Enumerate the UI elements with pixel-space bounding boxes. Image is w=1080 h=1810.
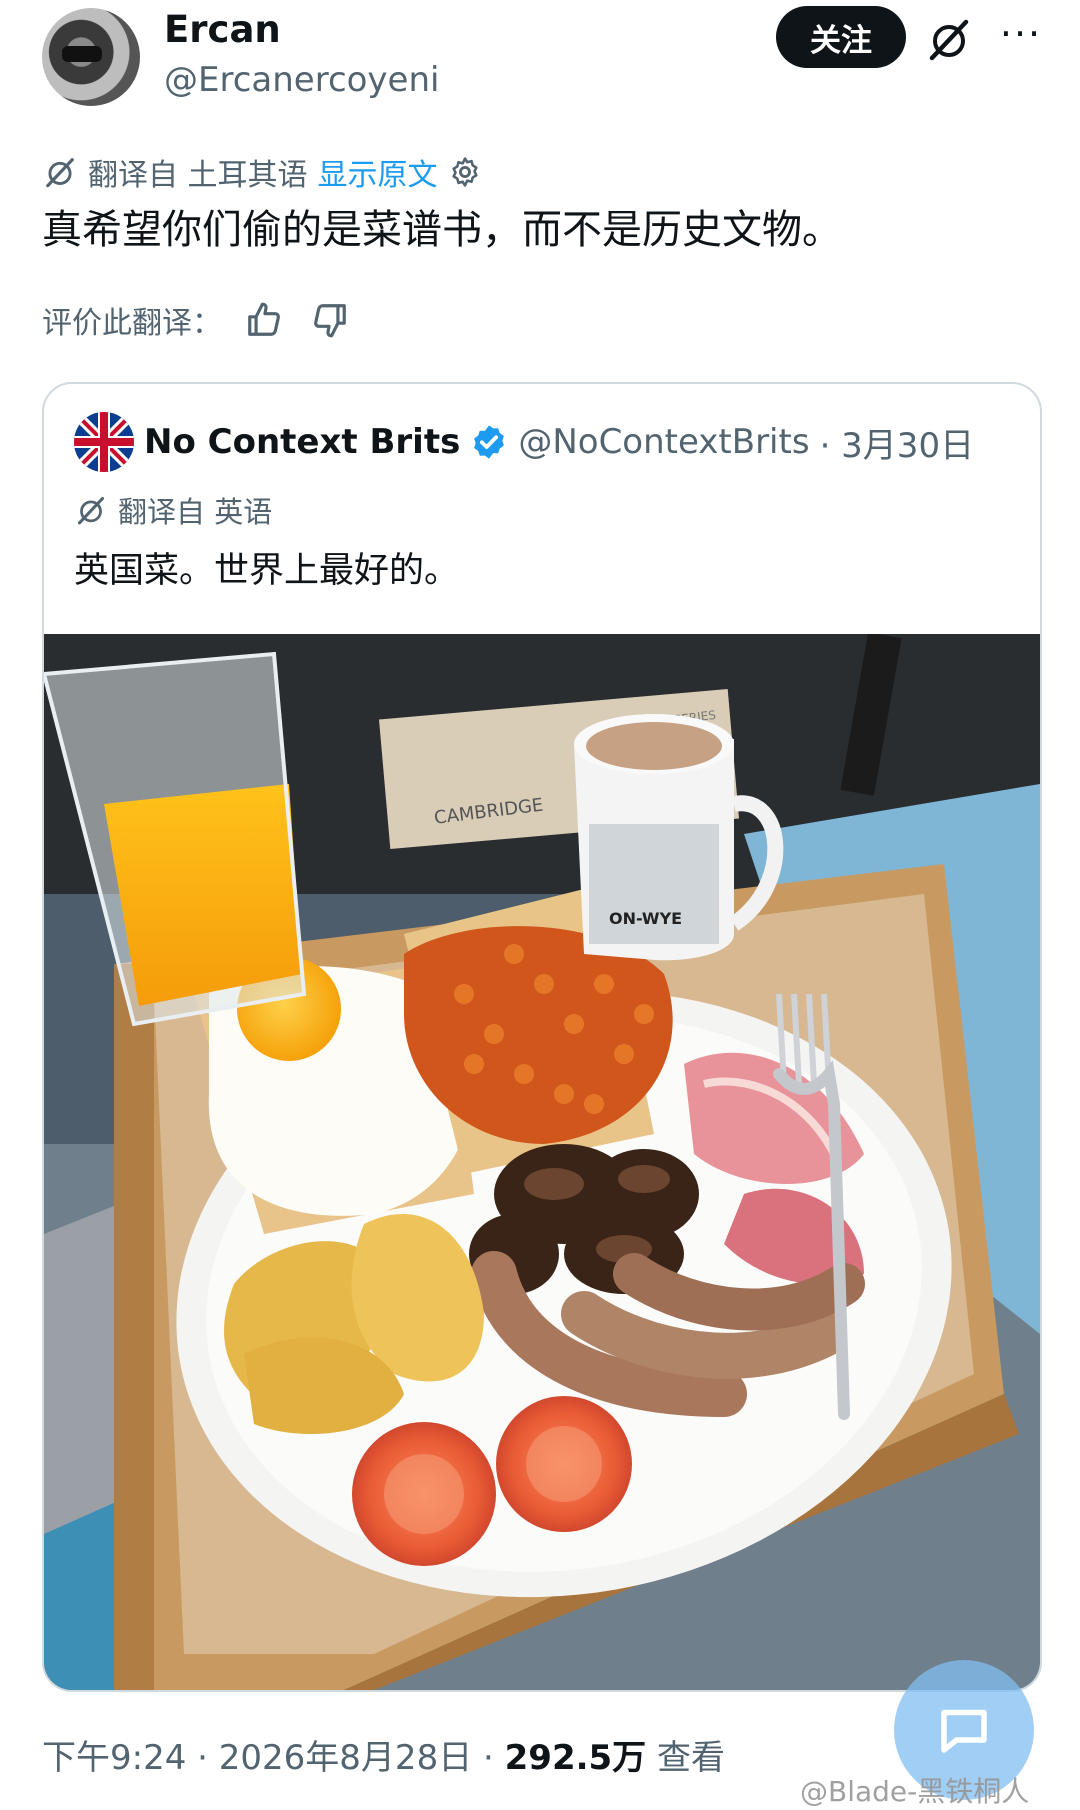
quoted-post-date: · 3月30日 <box>819 425 975 466</box>
post-text: 真希望你们偷的是菜谱书，而不是历史文物。 <box>42 207 842 253</box>
quoted-post-card[interactable]: No Context Brits @NoContextBrits · 3月30日… <box>42 382 1042 1692</box>
show-original-link[interactable]: 显示原文 <box>318 150 438 194</box>
quoted-translation-label: 翻译自 英语 <box>118 495 273 529</box>
thumbs-down-icon[interactable] <box>306 296 354 344</box>
quoted-author-avatar[interactable] <box>74 412 134 472</box>
view-count-label: 查看 <box>646 1738 725 1778</box>
verified-badge-icon <box>474 425 505 459</box>
rate-translation-bar: 评价此翻译： <box>42 296 354 344</box>
chat-bubble-icon <box>941 1709 987 1753</box>
quoted-post-text: 英国菜。世界上最好的。 <box>74 551 460 591</box>
translate-icon <box>46 158 74 188</box>
post-meta: 下午9:24 · 2026年8月28日 · 292.5万 查看 <box>42 1730 725 1779</box>
post-timestamp: 下午9:24 · 2026年8月28日 · <box>42 1738 505 1778</box>
watermark: @Blade-黑铁桐人 <box>800 1775 1030 1808</box>
breakfast-photo[interactable]: CAMBRIDGE CX SERIES <box>44 634 1040 1690</box>
quoted-author-name[interactable]: No Context Brits <box>144 422 460 462</box>
photo-mug-text: ON-WYE <box>609 909 682 928</box>
quoted-author-handle[interactable]: @NoContextBrits <box>518 422 809 462</box>
translate-icon <box>77 496 105 525</box>
follow-button[interactable]: 关注 <box>776 6 906 68</box>
thumbs-up-icon[interactable] <box>240 296 288 344</box>
settings-gear-icon[interactable] <box>448 155 482 189</box>
author-avatar[interactable] <box>42 8 140 106</box>
author-name[interactable]: Ercan <box>164 8 281 51</box>
quoted-post-header: No Context Brits @NoContextBrits · 3月30日 <box>74 412 974 472</box>
translation-bar: 翻译自 土耳其语 显示原文 <box>42 150 482 194</box>
view-count: 292.5万 <box>504 1738 647 1778</box>
quoted-translation-bar: 翻译自 英语 <box>74 488 272 532</box>
translation-source-label: 翻译自 土耳其语 <box>88 158 308 193</box>
grok-icon[interactable] <box>924 14 974 64</box>
rate-label: 评价此翻译： <box>42 306 222 341</box>
more-options-button[interactable]: ··· <box>996 14 1046 64</box>
author-handle[interactable]: @Ercanercoyeni <box>164 60 439 100</box>
